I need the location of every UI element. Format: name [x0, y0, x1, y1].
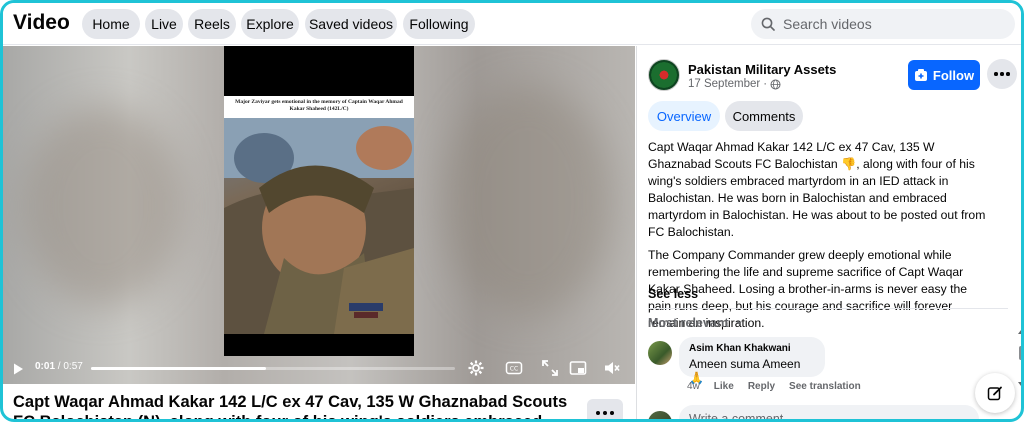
comment-age[interactable]: 4w: [687, 381, 700, 392]
top-bar: Video Home Live Reels Explore Saved vide…: [3, 3, 1021, 45]
post-date[interactable]: 17 September: [688, 78, 760, 90]
tab-comments[interactable]: Comments: [725, 101, 803, 131]
search-box[interactable]: [751, 9, 1015, 39]
captions-icon[interactable]: CC: [505, 359, 523, 377]
dot-icon: [994, 72, 998, 76]
dot-icon: [596, 411, 600, 415]
reply-link[interactable]: Reply: [748, 381, 775, 392]
scrollbar[interactable]: [1017, 328, 1024, 388]
video-overlay-caption: Major Zaviyar gets emotional in the memo…: [224, 96, 414, 118]
search-input[interactable]: [783, 16, 1003, 32]
page-name[interactable]: Pakistan Military Assets: [688, 62, 836, 77]
duration: / 0:57: [57, 361, 83, 372]
backdrop-blur: [23, 106, 183, 306]
follow-label: Follow: [932, 67, 975, 83]
mute-icon[interactable]: [603, 359, 621, 377]
current-time: 0:01: [35, 361, 56, 372]
post-title: Capt Waqar Ahmad Kakar 142 L/C ex 47 Cav…: [13, 393, 568, 422]
dot-icon: [610, 411, 614, 415]
expand-icon[interactable]: [541, 359, 559, 377]
comment-author[interactable]: Asim Khan Khakwani: [689, 343, 815, 354]
avatar: [648, 411, 672, 419]
see-less-link[interactable]: See less: [648, 287, 698, 301]
description-paragraph: Capt Waqar Ahmad Kakar 142 L/C ex 47 Cav…: [648, 140, 986, 239]
like-link[interactable]: Like: [714, 381, 734, 392]
svg-text:CC: CC: [510, 366, 518, 373]
panel-divider: [636, 46, 637, 419]
video-frame: [224, 118, 414, 334]
backdrop-blur: [443, 86, 613, 316]
post-more-button[interactable]: [587, 399, 623, 419]
comment-bubble: Asim Khan Khakwani Ameen suma Ameen 🙏: [679, 337, 825, 385]
comment-input[interactable]: Write a comment...: [679, 405, 979, 419]
comment-actions: 4w Like Reply See translation: [687, 381, 875, 392]
dot-icon: [603, 411, 607, 415]
avatar[interactable]: [648, 341, 672, 365]
nav-explore[interactable]: Explore: [241, 9, 299, 39]
page-more-button[interactable]: [987, 59, 1017, 89]
video-controls: 0:01 / 0:57 CC: [3, 352, 635, 384]
follow-button[interactable]: Follow: [908, 60, 980, 90]
compose-button[interactable]: [975, 373, 1015, 413]
see-translation-link[interactable]: See translation: [789, 381, 861, 392]
dot-icon: [1006, 72, 1010, 76]
settings-icon[interactable]: [467, 359, 485, 377]
follow-icon: [914, 69, 927, 81]
tab-overview[interactable]: Overview: [648, 101, 720, 131]
time-display: 0:01 / 0:57: [35, 361, 83, 372]
nav-saved-videos[interactable]: Saved videos: [305, 9, 397, 39]
edit-icon: [987, 386, 1002, 401]
sort-label: Most relevant: [648, 316, 729, 330]
dot-icon: [1000, 72, 1004, 76]
post-date-row: 17 September ·: [688, 78, 781, 90]
comment-sort-dropdown[interactable]: Most relevant: [648, 316, 745, 330]
divider: [648, 308, 1008, 309]
play-icon[interactable]: [11, 362, 25, 376]
nav-live[interactable]: Live: [145, 9, 183, 39]
page-title: Video: [13, 11, 70, 34]
video-player[interactable]: Major Zaviyar gets emotional in the memo…: [3, 46, 635, 384]
progress-bar[interactable]: [91, 367, 455, 370]
search-icon: [761, 17, 775, 31]
globe-icon: [770, 79, 781, 89]
video-frame-image: [224, 118, 414, 334]
miniplayer-icon[interactable]: [569, 359, 587, 377]
date-separator: ·: [763, 78, 768, 90]
progress-fill: [91, 367, 266, 370]
nav-following[interactable]: Following: [403, 9, 475, 39]
app-window: Video Home Live Reels Explore Saved vide…: [0, 0, 1024, 422]
nav-reels[interactable]: Reels: [188, 9, 236, 39]
page-avatar[interactable]: [648, 59, 680, 91]
nav-home[interactable]: Home: [82, 9, 140, 39]
chevron-down-icon: [735, 321, 742, 325]
